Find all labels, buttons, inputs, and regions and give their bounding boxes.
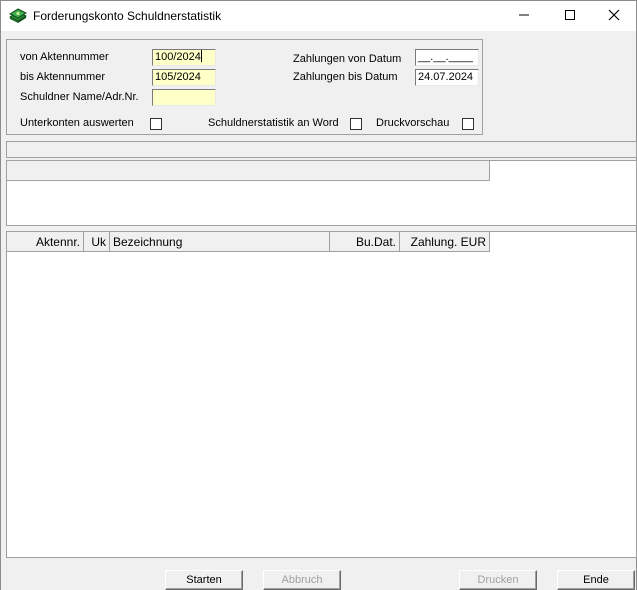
- an-word-checkbox[interactable]: [350, 118, 362, 130]
- window-title: Forderungskonto Schuldnerstatistik: [33, 9, 222, 23]
- unterkonten-checkbox[interactable]: [150, 118, 162, 130]
- zahlungen-bis-label: Zahlungen bis Datum: [293, 71, 398, 83]
- druckvorschau-label: Druckvorschau: [376, 117, 450, 129]
- schuldner-input[interactable]: [152, 89, 216, 106]
- unterkonten-label: Unterkonten auswerten: [20, 117, 134, 129]
- column-header-aktennr[interactable]: Aktennr.: [7, 232, 84, 252]
- close-button[interactable]: [591, 1, 637, 31]
- column-header-zahlung[interactable]: Zahlung. EUR: [400, 232, 490, 252]
- drucken-button[interactable]: Drucken: [459, 570, 537, 590]
- zahlungen-von-input[interactable]: __.__.____: [415, 49, 479, 66]
- grid-header: Aktennr. Uk Bezeichnung Bu.Dat. Zahlung.…: [7, 232, 490, 252]
- an-word-label: Schuldnerstatistik an Word: [208, 117, 339, 129]
- von-aktennummer-label: von Aktennummer: [20, 51, 109, 63]
- maximize-icon: [564, 9, 576, 24]
- bis-aktennummer-label: bis Aktennummer: [20, 71, 105, 83]
- drucken-label: Drucken: [477, 574, 519, 586]
- von-aktennummer-value: 100/2024: [155, 51, 201, 63]
- summary-header: [7, 161, 490, 181]
- text-caret: [200, 50, 202, 62]
- minimize-button[interactable]: [501, 1, 547, 31]
- money-stack-icon: [8, 8, 28, 24]
- schuldner-label: Schuldner Name/Adr.Nr.: [20, 91, 139, 103]
- column-header-uk[interactable]: Uk: [84, 232, 110, 252]
- abbruch-label: Abbruch: [281, 574, 323, 586]
- abbruch-button[interactable]: Abbruch: [263, 570, 341, 590]
- druckvorschau-checkbox[interactable]: [462, 118, 474, 130]
- results-grid[interactable]: Aktennr. Uk Bezeichnung Bu.Dat. Zahlung.…: [6, 231, 637, 558]
- button-bar: Starten Abbruch Drucken Ende: [1, 560, 636, 590]
- statistics-window: Forderungskonto Schuldnerstatistik von A…: [0, 0, 637, 590]
- bis-aktennummer-input[interactable]: 105/2024: [152, 69, 216, 86]
- ende-label: Ende: [583, 574, 609, 586]
- title-bar[interactable]: Forderungskonto Schuldnerstatistik: [1, 1, 636, 31]
- column-header-budat[interactable]: Bu.Dat.: [330, 232, 400, 252]
- minimize-icon: [518, 9, 530, 24]
- zahlungen-bis-input[interactable]: 24.07.2024: [415, 69, 479, 86]
- von-aktennummer-input[interactable]: 100/2024: [152, 49, 216, 66]
- starten-label: Starten: [186, 574, 222, 586]
- filter-panel: von Aktennummer 100/2024 bis Aktennummer…: [6, 39, 483, 135]
- status-strip: [6, 141, 637, 158]
- close-icon: [608, 9, 620, 24]
- starten-button[interactable]: Starten: [165, 570, 243, 590]
- ende-button[interactable]: Ende: [557, 570, 635, 590]
- zahlungen-von-label: Zahlungen von Datum: [293, 53, 402, 65]
- maximize-button[interactable]: [547, 1, 593, 31]
- summary-area: [6, 160, 637, 226]
- column-header-bezeichnung[interactable]: Bezeichnung: [110, 232, 330, 252]
